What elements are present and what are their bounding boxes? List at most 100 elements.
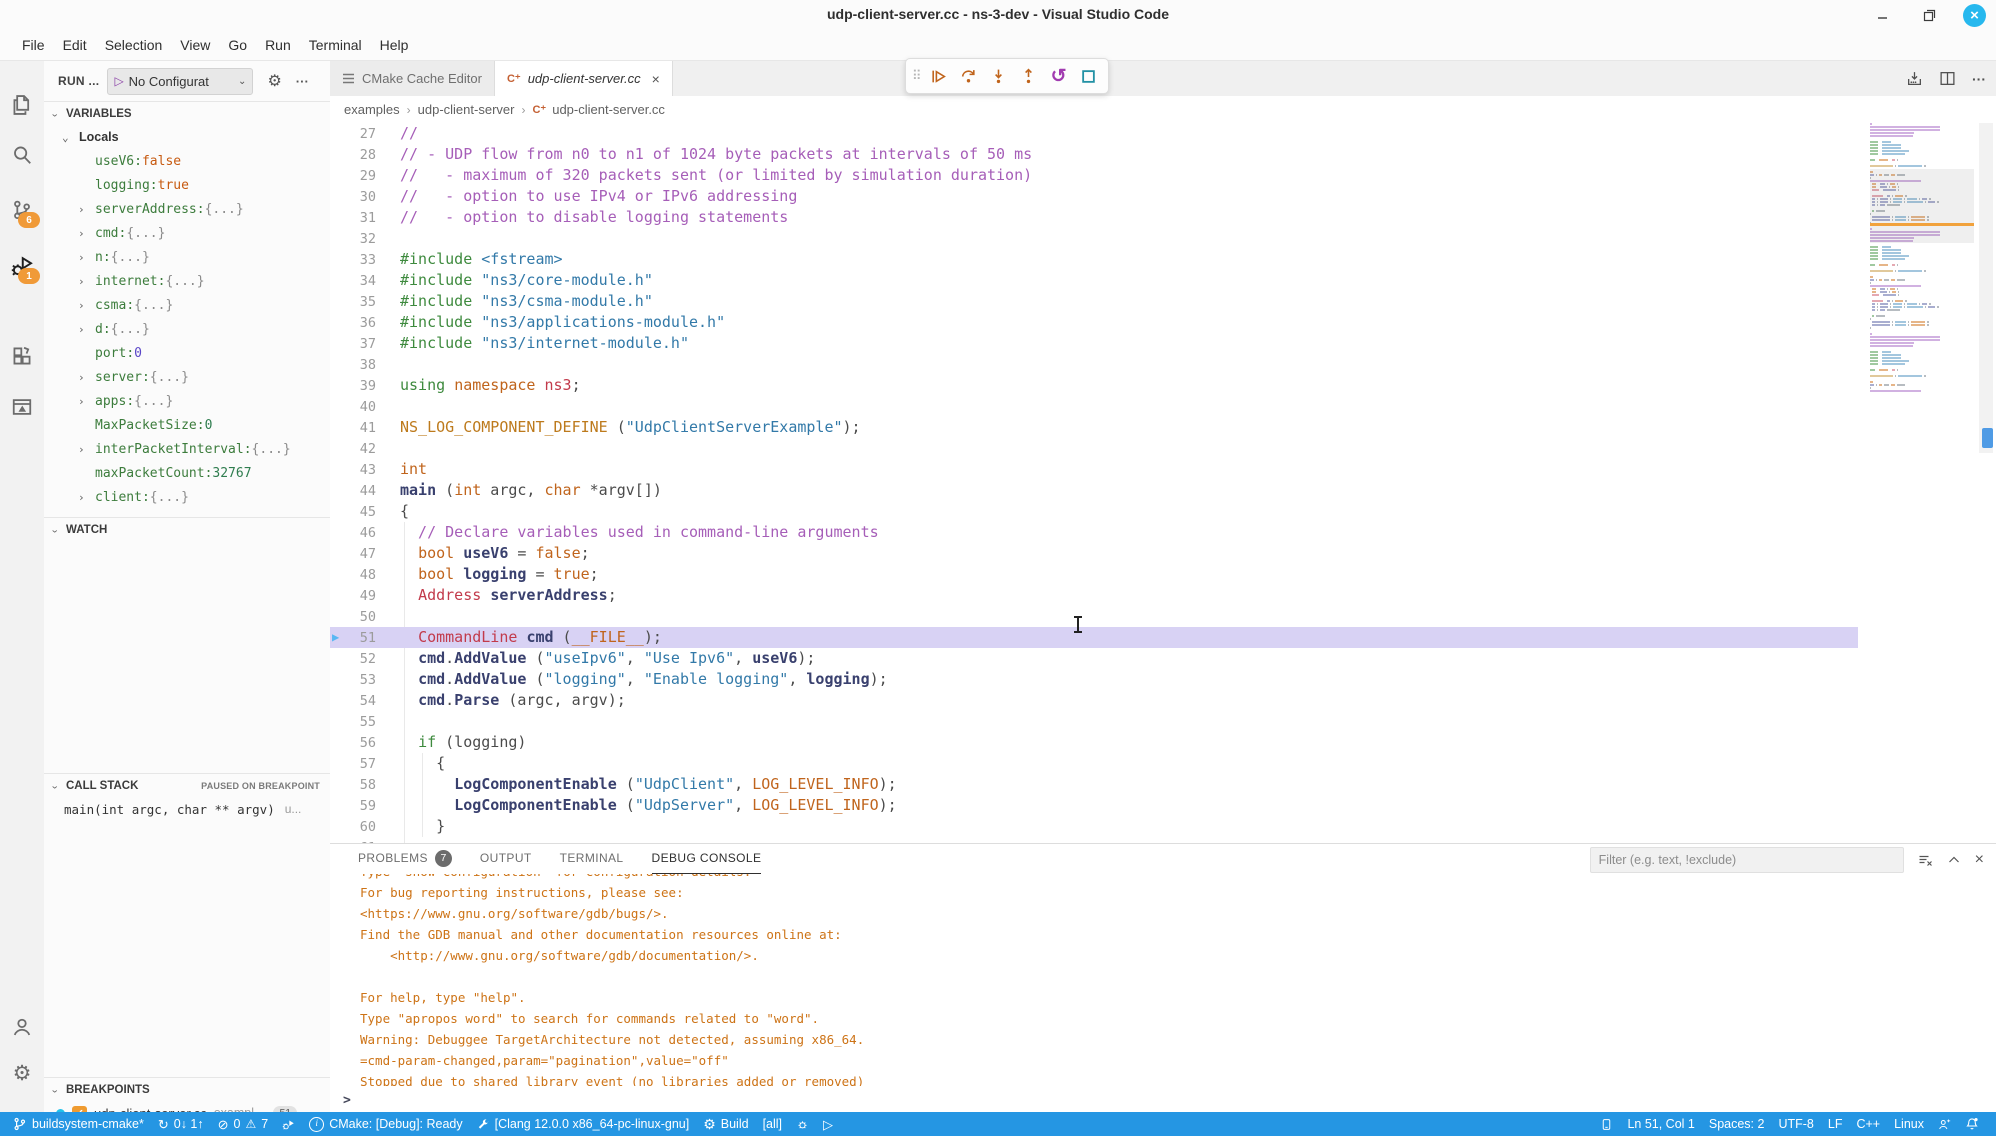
step-into-icon[interactable] bbox=[986, 63, 1012, 89]
variable-port[interactable]: port: 0 bbox=[44, 341, 330, 365]
variable-maxPacketCount[interactable]: maxPacketCount: 32767 bbox=[44, 461, 330, 485]
watch-section-header[interactable]: ⌄ WATCH bbox=[44, 517, 330, 541]
status-item-feedback-icon[interactable] bbox=[1931, 1112, 1958, 1136]
window-icon[interactable] bbox=[0, 385, 44, 429]
minimize-icon[interactable] bbox=[1871, 3, 1895, 27]
code-line-33[interactable]: 33#include <fstream> bbox=[330, 249, 1858, 270]
code-line-50[interactable]: 50 bbox=[330, 606, 1858, 627]
breakpoints-section-header[interactable]: ⌄ BREAKPOINTS bbox=[44, 1077, 330, 1101]
desktop-download-icon[interactable] bbox=[1906, 70, 1923, 87]
code-line-40[interactable]: 40 bbox=[330, 396, 1858, 417]
status-item-0[interactable]: ⊘0⚠7 bbox=[211, 1112, 276, 1136]
status-item-ln-51-col-1[interactable]: Ln 51, Col 1 bbox=[1620, 1112, 1701, 1136]
code-line-36[interactable]: 36#include "ns3/applications-module.h" bbox=[330, 312, 1858, 333]
variable-logging[interactable]: logging: true bbox=[44, 173, 330, 197]
continue-icon[interactable] bbox=[926, 63, 952, 89]
code-line-57[interactable]: 57 { bbox=[330, 753, 1858, 774]
variable-cmd[interactable]: ›cmd: {...} bbox=[44, 221, 330, 245]
menu-view[interactable]: View bbox=[171, 30, 219, 60]
status-item-cmake-debug-ready[interactable]: iCMake: [Debug]: Ready bbox=[302, 1112, 469, 1136]
status-item-build[interactable]: ⚙Build bbox=[696, 1112, 755, 1136]
current-line-breakpoint-icon[interactable]: ▶ bbox=[332, 627, 350, 648]
debug-config-dropdown[interactable]: ▷ No Configurat ⌄ bbox=[107, 68, 253, 95]
search-icon[interactable] bbox=[0, 133, 44, 177]
collapse-panel-icon[interactable] bbox=[1947, 853, 1961, 867]
status-item-lf[interactable]: LF bbox=[1821, 1112, 1850, 1136]
code-line-45[interactable]: 45{ bbox=[330, 501, 1858, 522]
code-line-43[interactable]: 43int bbox=[330, 459, 1858, 480]
debug-console-output[interactable]: Type "show configuration" for configurat… bbox=[330, 874, 1996, 1086]
tab-udp-client-server[interactable]: C⁺ udp-client-server.cc × bbox=[495, 61, 673, 96]
gear-icon[interactable]: ⚙ bbox=[0, 1051, 44, 1095]
code-line-52[interactable]: 52 cmd.AddValue ("useIpv6", "Use Ipv6", … bbox=[330, 648, 1858, 669]
drag-grip-icon[interactable]: ⠿ bbox=[912, 68, 920, 84]
variable-serverAddress[interactable]: ›serverAddress: {...} bbox=[44, 197, 330, 221]
code-line-27[interactable]: 27// bbox=[330, 123, 1858, 144]
code-line-44[interactable]: 44main (int argc, char *argv[]) bbox=[330, 480, 1858, 501]
minimap[interactable] bbox=[1870, 123, 1974, 395]
scope-locals[interactable]: ⌄ Locals bbox=[44, 125, 330, 149]
code-line-53[interactable]: 53 cmd.AddValue ("logging", "Enable logg… bbox=[330, 669, 1858, 690]
step-out-icon[interactable] bbox=[1016, 63, 1042, 89]
status-item-bug-icon[interactable] bbox=[789, 1112, 816, 1136]
breadcrumb-item[interactable]: udp-client-server bbox=[418, 102, 515, 117]
status-item-bell-dot-icon[interactable] bbox=[1958, 1112, 1986, 1136]
console-prompt[interactable]: > bbox=[343, 1093, 351, 1108]
status-item-clang-12-0-0-x86-64-pc-linux-gnu[interactable]: [Clang 12.0.0 x86_64-pc-linux-gnu] bbox=[470, 1112, 697, 1136]
stop-icon[interactable] bbox=[1076, 63, 1102, 89]
status-item-debug-alt-icon[interactable] bbox=[275, 1112, 302, 1136]
code-line-28[interactable]: 28// - UDP flow from n0 to n1 of 1024 by… bbox=[330, 144, 1858, 165]
status-item-utf-8[interactable]: UTF-8 bbox=[1771, 1112, 1820, 1136]
code-line-49[interactable]: 49 Address serverAddress; bbox=[330, 585, 1858, 606]
code-line-34[interactable]: 34#include "ns3/core-module.h" bbox=[330, 270, 1858, 291]
menu-help[interactable]: Help bbox=[371, 30, 418, 60]
menu-selection[interactable]: Selection bbox=[96, 30, 172, 60]
status-item-buildsystem-cmake[interactable]: buildsystem-cmake* bbox=[6, 1112, 151, 1136]
code-line-48[interactable]: 48 bool logging = true; bbox=[330, 564, 1858, 585]
panel-tab-debug-console[interactable]: DEBUG CONSOLE bbox=[652, 844, 762, 874]
status-item-vm-icon[interactable] bbox=[1593, 1112, 1620, 1136]
code-line-58[interactable]: 58 LogComponentEnable ("UdpClient", LOG_… bbox=[330, 774, 1858, 795]
code-line-30[interactable]: 30// - option to use IPv4 or IPv6 addres… bbox=[330, 186, 1858, 207]
step-over-icon[interactable] bbox=[956, 63, 982, 89]
tab-cmake-cache-editor[interactable]: CMake Cache Editor bbox=[330, 61, 495, 96]
variable-apps[interactable]: ›apps: {...} bbox=[44, 389, 330, 413]
files-icon[interactable] bbox=[0, 83, 44, 127]
menu-file[interactable]: File bbox=[13, 30, 54, 60]
panel-tab-terminal[interactable]: TERMINAL bbox=[560, 844, 624, 873]
panel-tab-output[interactable]: OUTPUT bbox=[480, 844, 532, 873]
variable-csma[interactable]: ›csma: {...} bbox=[44, 293, 330, 317]
code-line-46[interactable]: 46 // Declare variables used in command-… bbox=[330, 522, 1858, 543]
restart-icon[interactable]: ↺ bbox=[1046, 63, 1072, 89]
code-line-51[interactable]: ▶51 CommandLine cmd (__FILE__); bbox=[330, 627, 1858, 648]
run-debug-icon[interactable]: 1 bbox=[0, 244, 44, 288]
variable-n[interactable]: ›n: {...} bbox=[44, 245, 330, 269]
code-line-31[interactable]: 31// - option to disable logging stateme… bbox=[330, 207, 1858, 228]
code-line-37[interactable]: 37#include "ns3/internet-module.h" bbox=[330, 333, 1858, 354]
code-line-38[interactable]: 38 bbox=[330, 354, 1858, 375]
code-line-60[interactable]: 60 } bbox=[330, 816, 1858, 837]
variable-server[interactable]: ›server: {...} bbox=[44, 365, 330, 389]
breadcrumb-item[interactable]: udp-client-server.cc bbox=[552, 102, 665, 117]
call-stack-section-header[interactable]: ⌄ CALL STACK PAUSED ON BREAKPOINT bbox=[44, 773, 330, 797]
code-line-54[interactable]: 54 cmd.Parse (argc, argv); bbox=[330, 690, 1858, 711]
close-icon[interactable]: × bbox=[1963, 4, 1986, 27]
start-debug-icon[interactable]: ▷ bbox=[114, 74, 123, 88]
account-icon[interactable] bbox=[0, 1005, 44, 1049]
split-editor-icon[interactable] bbox=[1939, 70, 1956, 87]
code-line-35[interactable]: 35#include "ns3/csma-module.h" bbox=[330, 291, 1858, 312]
menu-run[interactable]: Run bbox=[256, 30, 300, 60]
stack-frame[interactable]: main(int argc, char ** argv) u... bbox=[44, 797, 330, 821]
breadcrumb[interactable]: examples›udp-client-server›C⁺udp-client-… bbox=[330, 96, 1996, 123]
tab-close-icon[interactable]: × bbox=[652, 71, 660, 87]
code-line-29[interactable]: 29// - maximum of 320 packets sent (or l… bbox=[330, 165, 1858, 186]
code-line-47[interactable]: 47 bool useV6 = false; bbox=[330, 543, 1858, 564]
config-gear-icon[interactable]: ⚙ bbox=[267, 71, 281, 91]
variable-d[interactable]: ›d: {...} bbox=[44, 317, 330, 341]
more-actions-icon[interactable]: ··· bbox=[296, 74, 309, 89]
code-line-32[interactable]: 32 bbox=[330, 228, 1858, 249]
code-line-42[interactable]: 42 bbox=[330, 438, 1858, 459]
status-item-all[interactable]: [all] bbox=[756, 1112, 789, 1136]
status-item-spaces-2[interactable]: Spaces: 2 bbox=[1702, 1112, 1772, 1136]
variable-client[interactable]: ›client: {...} bbox=[44, 485, 330, 509]
